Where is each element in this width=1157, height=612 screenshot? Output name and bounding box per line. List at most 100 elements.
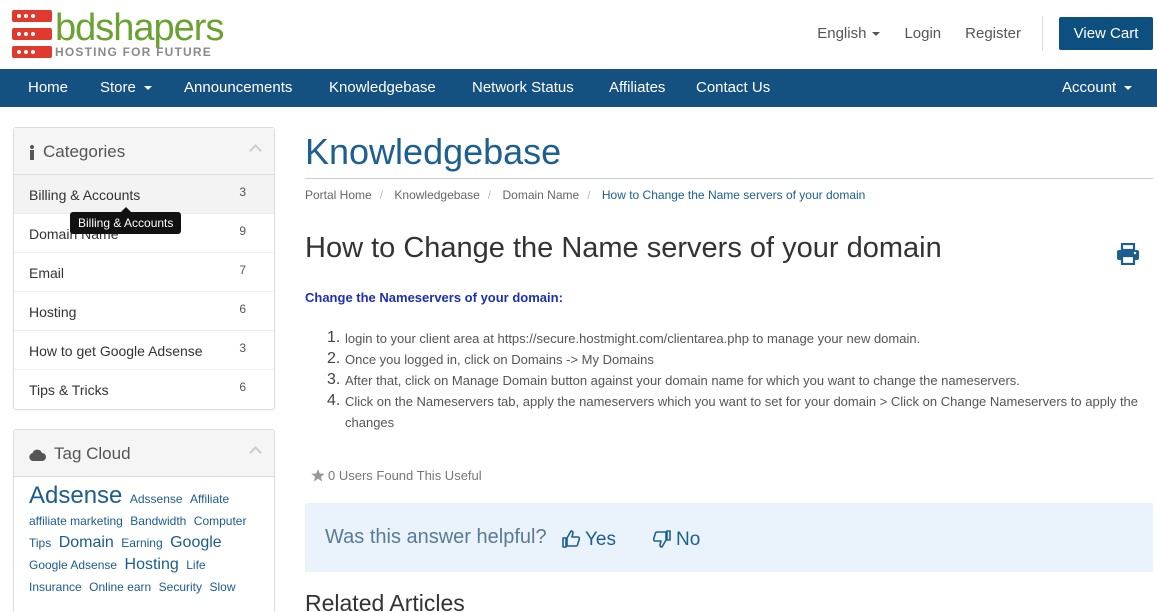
tag-security[interactable]: Security	[159, 580, 202, 594]
breadcrumb-knowledgebase[interactable]: Knowledgebase	[394, 188, 479, 202]
nav-account[interactable]: Account	[1062, 69, 1133, 107]
vote-no-label: No	[676, 529, 701, 550]
nav-announcements[interactable]: Announcements	[184, 69, 292, 107]
tag-domain[interactable]: Domain	[59, 534, 114, 551]
list-item: 1. login to your client area at https://…	[327, 328, 1147, 349]
breadcrumb-domain-name[interactable]: Domain Name	[502, 188, 579, 202]
related-articles-title: Related Articles	[305, 590, 465, 612]
category-item-email[interactable]: Email 7	[14, 253, 274, 292]
page-title: Knowledgebase	[305, 131, 562, 172]
nav-store[interactable]: Store	[100, 69, 152, 107]
print-icon[interactable]	[1116, 243, 1140, 265]
tag-hosting[interactable]: Hosting	[125, 556, 179, 573]
tag-bandwidth[interactable]: Bandwidth	[130, 514, 186, 528]
nav-home[interactable]: Home	[28, 69, 68, 107]
feedback-question: Was this answer helpful?	[325, 526, 547, 548]
step-number: 4.	[327, 392, 341, 409]
brand-name: bdshapers	[55, 7, 224, 49]
useful-text: 0 Users Found This Useful	[328, 468, 482, 483]
article-intro: Change the Nameservers of your domain:	[305, 290, 563, 305]
category-tooltip: Billing & Accounts	[70, 207, 182, 234]
categories-title-wrap: Categories	[29, 142, 125, 162]
tag-insurance[interactable]: Insurance	[29, 580, 82, 594]
category-count: 3	[239, 341, 246, 355]
login-link[interactable]: Login	[904, 25, 941, 42]
nav-network-status[interactable]: Network Status	[472, 69, 574, 107]
register-link[interactable]: Register	[965, 25, 1021, 42]
tag-life[interactable]: Life	[186, 558, 205, 572]
tag-google-adsense[interactable]: Google Adsense	[29, 558, 117, 572]
tag-google[interactable]: Google	[170, 534, 222, 551]
category-count: 3	[239, 185, 246, 199]
breadcrumb-separator: /	[487, 188, 492, 202]
category-item-tips-tricks[interactable]: Tips & Tricks 6	[14, 370, 274, 409]
thumbs-down-icon	[652, 530, 671, 548]
main-navbar: Home Store Announcements Knowledgebase N…	[0, 69, 1157, 107]
server-stack-icon	[12, 10, 52, 58]
category-count: 9	[239, 224, 246, 238]
language-dropdown[interactable]: English	[817, 25, 881, 42]
thumbs-up-icon	[562, 530, 581, 548]
tag-list: Adsense Adssense Affiliate affiliate mar…	[14, 477, 274, 598]
step-number: 2.	[327, 350, 341, 367]
breadcrumb-separator: /	[379, 188, 384, 202]
brand-logo[interactable]: bdshapers HOSTING FOR FUTURE	[12, 9, 224, 61]
title-divider	[305, 178, 1153, 179]
info-icon	[30, 145, 34, 161]
tag-online-earn[interactable]: Online earn	[89, 580, 151, 594]
list-item: 2. Once you logged in, click on Domains …	[327, 349, 1147, 370]
category-label: Billing & Accounts	[29, 187, 141, 203]
category-label: Tips & Tricks	[29, 382, 109, 398]
breadcrumb: Portal Home / Knowledgebase / Domain Name /…	[305, 188, 865, 202]
step-number: 1.	[327, 329, 341, 346]
category-count: 7	[239, 263, 246, 277]
tag-cloud-header[interactable]: Tag Cloud	[14, 430, 274, 477]
nav-contact-us[interactable]: Contact Us	[696, 69, 770, 107]
chevron-up-icon[interactable]	[249, 446, 262, 459]
category-item-billing[interactable]: Billing & Accounts 3	[14, 175, 274, 214]
tag-slow[interactable]: Slow	[209, 580, 235, 594]
list-item: 4. Click on the Nameservers tab, apply t…	[327, 391, 1147, 433]
categories-panel: Categories Billing & Accounts 3 Domain N…	[13, 127, 275, 410]
step-text: login to your client area at https://sec…	[345, 331, 921, 346]
category-label: How to get Google Adsense	[29, 343, 203, 359]
cloud-icon	[29, 449, 46, 461]
nav-knowledgebase[interactable]: Knowledgebase	[329, 69, 436, 107]
category-item-hosting[interactable]: Hosting 6	[14, 292, 274, 331]
step-list: 1. login to your client area at https://…	[327, 328, 1147, 433]
nav-store-label: Store	[100, 79, 136, 96]
category-label: Hosting	[29, 304, 77, 320]
category-count: 6	[239, 302, 246, 316]
site-header: bdshapers HOSTING FOR FUTURE English Log…	[0, 0, 1157, 69]
vote-yes-button[interactable]: Yes	[562, 529, 616, 551]
tag-affiliate-marketing[interactable]: affiliate marketing	[29, 514, 123, 528]
caret-down-icon	[143, 86, 152, 91]
tag-affiliate[interactable]: Affiliate	[190, 492, 229, 506]
caret-down-icon	[1124, 86, 1133, 91]
vote-no-button[interactable]: No	[652, 529, 701, 551]
chevron-up-icon[interactable]	[249, 144, 262, 157]
category-label: Email	[29, 265, 65, 281]
breadcrumb-portal-home[interactable]: Portal Home	[305, 188, 372, 202]
tag-earning[interactable]: Earning	[121, 536, 162, 550]
star-icon	[311, 469, 325, 482]
breadcrumb-current: How to Change the Name servers of your d…	[601, 188, 866, 202]
tag-adssense[interactable]: Adssense	[130, 492, 183, 506]
category-item-google-adsense[interactable]: How to get Google Adsense 3	[14, 331, 274, 370]
categories-title: Categories	[43, 142, 126, 161]
feedback-box: Was this answer helpful? Yes No	[305, 503, 1153, 572]
useful-count: 0 Users Found This Useful	[311, 468, 482, 483]
tag-adsense[interactable]: Adsense	[29, 482, 122, 509]
nav-affiliates[interactable]: Affiliates	[609, 69, 665, 107]
category-count: 6	[239, 380, 246, 394]
top-links: English Login Register View Cart	[817, 16, 1157, 51]
brand-tagline: HOSTING FOR FUTURE	[55, 45, 212, 59]
view-cart-button[interactable]: View Cart	[1059, 17, 1153, 50]
vote-yes-label: Yes	[585, 529, 616, 550]
language-label: English	[817, 25, 867, 42]
categories-header[interactable]: Categories	[14, 128, 274, 175]
list-item: 3. After that, click on Manage Domain bu…	[327, 370, 1147, 391]
tag-cloud-title: Tag Cloud	[54, 444, 131, 463]
step-number: 3.	[327, 371, 341, 388]
step-text: After that, click on Manage Domain butto…	[345, 373, 1020, 388]
